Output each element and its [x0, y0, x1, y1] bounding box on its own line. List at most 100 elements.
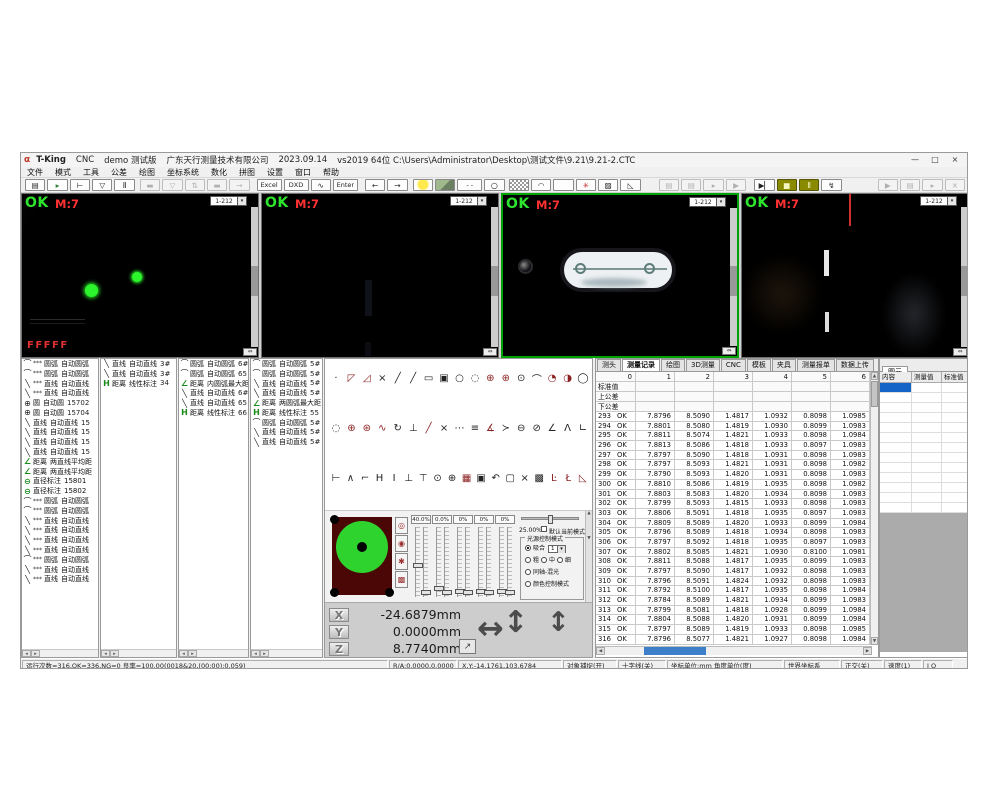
element-row[interactable]	[880, 473, 968, 483]
toolbar-button-35[interactable]: ▤	[900, 179, 920, 191]
list-item-距离[interactable]: ∠距离两直线平均距	[22, 467, 98, 477]
slider-track[interactable]	[499, 527, 504, 597]
scroll-right-icon[interactable]: ▸	[260, 650, 269, 657]
menu-item-窗口[interactable]: 窗口	[289, 167, 317, 178]
palette-tool-icon-2-14[interactable]: ▩	[532, 473, 546, 484]
measurement-row[interactable]: 315OK7.87978.50891.48191.09330.80981.098…	[596, 625, 872, 635]
element-row[interactable]	[880, 453, 968, 463]
menu-item-拼图[interactable]: 拼图	[233, 167, 261, 178]
list-item-直径标注[interactable]: ⊖直径标注15802	[22, 486, 98, 496]
slider-track[interactable]	[415, 527, 420, 597]
toolbar-button-5[interactable]: ▬	[140, 179, 160, 191]
measurement-row[interactable]: 293OK7.87968.50901.48171.09320.80981.098…	[596, 412, 872, 422]
tab-3D测量[interactable]: 3D测量	[686, 359, 720, 371]
slider-track[interactable]	[436, 527, 441, 597]
toolbar-button-27[interactable]: ▤	[681, 179, 701, 191]
list-item-直线[interactable]: ╲***直线自动直线	[22, 545, 98, 555]
palette-tool-icon-0-10[interactable]: ⊕	[483, 373, 497, 384]
toolbar-button-18[interactable]: - -	[457, 179, 482, 191]
light-channel-combo[interactable]: 1	[548, 545, 566, 553]
camera-view-4[interactable]: OK M:7 1-212▾ ⇔	[741, 193, 968, 358]
measurement-row[interactable]: 311OK7.87928.51001.48171.09350.80981.098…	[596, 586, 872, 596]
list-item-直线[interactable]: ╲直线自动直线5#	[251, 428, 322, 438]
element-row[interactable]	[880, 483, 968, 493]
camera-view-3-selected[interactable]: OK M:7 1-212▾ ⇔	[501, 193, 739, 358]
resize-grip-icon[interactable]: ⇔	[722, 347, 736, 355]
palette-tool-icon-0-0[interactable]: ·	[329, 373, 343, 384]
slider-thumb[interactable]	[413, 563, 423, 568]
palette-tool-icon-2-4[interactable]: I	[387, 473, 401, 484]
palette-tool-icon-1-11[interactable]: ≻	[499, 423, 513, 434]
close-button[interactable]: ×	[945, 153, 965, 166]
palette-tool-icon-1-4[interactable]: ↻	[391, 423, 405, 434]
list-item-距离[interactable]: ∠距离两直线平均距	[22, 457, 98, 467]
list-item-圆弧[interactable]: ⌒***圆弧自动圆弧	[22, 369, 98, 379]
scroll-left-icon[interactable]: ◂	[179, 650, 188, 657]
measurement-row[interactable]: 296OK7.88138.50861.48181.09330.80971.098…	[596, 441, 872, 451]
chevron-down-icon[interactable]: ▾	[716, 198, 725, 206]
measurement-row[interactable]: 303OK7.88068.50911.48181.09350.80971.098…	[596, 509, 872, 519]
list-item-直线[interactable]: ╲***直线自动直线	[22, 575, 98, 585]
palette-tool-icon-0-9[interactable]: ◌	[468, 373, 482, 384]
y-jog-arrow-icon[interactable]: ↕	[503, 605, 528, 640]
radio-selected[interactable]	[525, 545, 531, 551]
palette-tool-icon-2-15[interactable]: Ŀ	[547, 473, 561, 484]
palette-tool-icon-0-1[interactable]: ◸	[344, 373, 358, 384]
ring-light-preview[interactable]	[332, 517, 392, 595]
radio-中[interactable]	[541, 557, 547, 563]
slider-track[interactable]	[486, 527, 491, 597]
slider-track[interactable]	[478, 527, 483, 597]
menu-item-坐标系统[interactable]: 坐标系统	[161, 167, 205, 178]
tab-模板[interactable]: 模板	[747, 359, 771, 371]
toolbar-button-10[interactable]: Excel	[257, 179, 282, 191]
brightness-slider[interactable]	[521, 517, 579, 520]
list-item-直线[interactable]: ╲直线自动直线6#	[179, 388, 248, 398]
toolbar-button-7[interactable]: ⇅	[185, 179, 205, 191]
palette-tool-icon-1-6[interactable]: ╱	[422, 423, 436, 434]
measurement-row[interactable]: 313OK7.87998.50811.48181.09280.80991.098…	[596, 606, 872, 616]
palette-tool-icon-2-8[interactable]: ⊕	[445, 473, 459, 484]
list-item-圆[interactable]: ⊕圆自动圆15702	[22, 398, 98, 408]
list-item-圆弧[interactable]: ⌒圆弧自动圆弧5#	[251, 369, 322, 379]
palette-tool-icon-2-17[interactable]: ◺	[576, 473, 590, 484]
palette-tool-icon-0-13[interactable]: ⌒	[530, 371, 544, 386]
scroll-right-icon[interactable]: ▸	[110, 650, 119, 657]
toolbar-button-9[interactable]: →	[229, 179, 249, 191]
palette-tool-icon-1-12[interactable]: ⊖	[514, 423, 528, 434]
toolbar-button-3[interactable]: ▽	[92, 179, 112, 191]
list-item-距离[interactable]: H距离线性标注66	[179, 408, 248, 418]
scroll-left-icon[interactable]: ◂	[251, 650, 260, 657]
panel-hscrollbar[interactable]: ◂▸	[251, 649, 322, 657]
list-item-直线[interactable]: ╲直线自动直线5#	[251, 388, 322, 398]
list-item-直线[interactable]: ╲直线自动直线15	[22, 418, 98, 428]
toolbar-button-16[interactable]	[413, 179, 433, 191]
menu-item-绘图[interactable]: 绘图	[133, 167, 161, 178]
slider-track[interactable]	[444, 527, 449, 597]
toolbar-button-34[interactable]: ▶	[878, 179, 898, 191]
toolbar-button-32[interactable]: Ⅱ	[799, 179, 819, 191]
menu-item-设置[interactable]: 设置	[261, 167, 289, 178]
toolbar-button-19[interactable]	[484, 179, 504, 191]
list-item-圆弧[interactable]: ⌒***圆弧自动圆弧	[22, 359, 98, 369]
maximize-button[interactable]: □	[925, 153, 945, 166]
list-item-距离[interactable]: ∠距离内圆弧最大距	[179, 379, 248, 389]
toolbar-button-0[interactable]: ▤	[25, 179, 45, 191]
list-item-距离[interactable]: H距离线性标注55	[251, 408, 322, 418]
palette-tool-icon-0-14[interactable]: ◔	[545, 373, 559, 384]
light-preset-button-3[interactable]: ▩	[395, 571, 408, 588]
palette-tool-icon-1-8[interactable]: ⋯	[453, 423, 467, 434]
list-item-圆弧[interactable]: ⌒圆弧自动圆弧65	[179, 369, 248, 379]
menu-item-工具[interactable]: 工具	[77, 167, 105, 178]
palette-tool-icon-0-4[interactable]: ╱	[391, 373, 405, 384]
list-item-直线[interactable]: ╲直线自动直线15	[22, 437, 98, 447]
palette-tool-icon-1-10[interactable]: ∡	[483, 423, 497, 434]
toolbar-button-21[interactable]: ◠	[531, 179, 551, 191]
element-row[interactable]	[880, 443, 968, 453]
palette-tool-icon-1-9[interactable]: ≡	[468, 423, 482, 434]
panel-hscrollbar[interactable]: ◂▸	[179, 649, 248, 657]
measurement-row[interactable]: 300OK7.88108.50861.48191.09350.80981.098…	[596, 480, 872, 490]
toolbar-button-6[interactable]: ▽	[162, 179, 182, 191]
toolbar-button-33[interactable]: ↯	[821, 179, 841, 191]
toolbar-button-20[interactable]	[509, 179, 529, 191]
palette-tool-icon-2-9[interactable]: ▦	[460, 473, 474, 484]
